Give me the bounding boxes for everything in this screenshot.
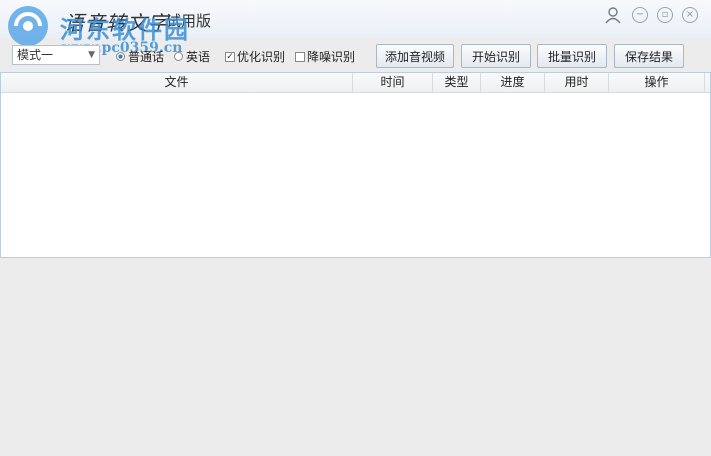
radio-mandarin-label: 普通话 (128, 50, 165, 64)
batch-recognition-button[interactable]: 批量识别 (537, 44, 607, 68)
file-table[interactable]: 文件 时间 类型 进度 用时 操作 (0, 72, 711, 258)
column-header-time[interactable]: 时间 (353, 73, 433, 92)
radio-english-label: 英语 (186, 50, 211, 64)
start-recognition-button[interactable]: 开始识别 (461, 44, 531, 68)
table-header: 文件 时间 类型 进度 用时 操作 (1, 73, 710, 93)
add-media-button[interactable]: 添加音视频 (376, 44, 454, 68)
checkbox-denoise[interactable]: 降噪识别 (295, 48, 355, 65)
user-icon[interactable] (604, 6, 622, 24)
checkbox-denoise-label: 降噪识别 (307, 50, 356, 64)
save-results-button[interactable]: 保存结果 (614, 44, 684, 68)
radio-mandarin[interactable]: 普通话 (116, 48, 164, 65)
restore-icon[interactable]: ▫ (657, 7, 673, 23)
column-header-duration[interactable]: 用时 (545, 73, 609, 92)
radio-english[interactable]: 英语 (174, 48, 210, 65)
checkbox-checked-icon: ✓ (225, 51, 235, 62)
mode-select[interactable]: 模式一 ▼ (12, 45, 100, 65)
checkbox-unchecked-icon (295, 51, 305, 62)
toolbar: 模式一 ▼ 普通话 英语 ✓ 优化识别 降噪识别 添加音视频 开始识别 批量识别… (0, 40, 711, 72)
radio-dot-icon (174, 52, 183, 61)
checkbox-optimize[interactable]: ✓ 优化识别 (225, 48, 285, 65)
chevron-down-icon: ▼ (88, 50, 95, 60)
column-header-type[interactable]: 类型 (433, 73, 481, 92)
radio-dot-icon (116, 52, 125, 61)
minimize-icon[interactable]: − (632, 7, 648, 23)
column-header-file[interactable]: 文件 (1, 73, 353, 92)
column-header-actions[interactable]: 操作 (609, 73, 705, 92)
column-header-progress[interactable]: 进度 (481, 73, 545, 92)
close-icon[interactable]: × (682, 7, 698, 23)
mode-select-value: 模式一 (17, 48, 54, 62)
checkbox-optimize-label: 优化识别 (237, 50, 286, 64)
title-bar: 语音转文字 试用版 河东软件园 www.pc0359.cn − ▫ × (0, 0, 711, 56)
